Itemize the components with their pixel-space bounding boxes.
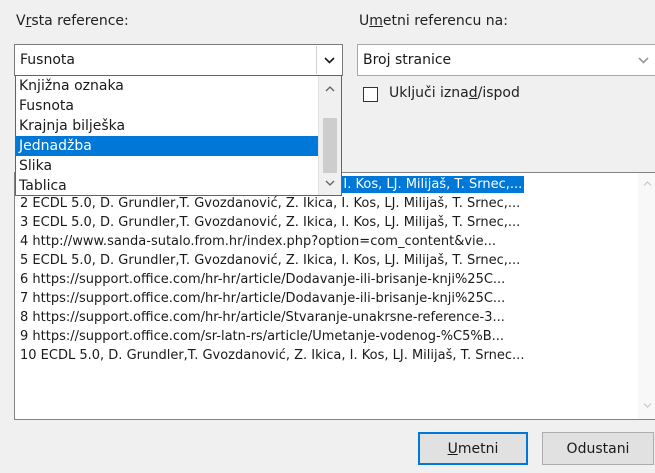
reference-type-label-pre: V	[16, 13, 26, 29]
include-above-below-label[interactable]: Uključi iznad/ispod	[389, 85, 520, 101]
list-item[interactable]: 5 ECDL 5.0, D. Grundler,T. Gvozdanović, …	[15, 251, 626, 270]
reference-type-options: Knjižna oznaka Fusnota Krajnja bilješka Jed…	[16, 76, 341, 195]
insert-reference-combo[interactable]: Broj stranice	[357, 44, 655, 76]
insert-reference-label: Umetni referencu na:	[359, 13, 508, 29]
cancel-button[interactable]: Odustani	[542, 432, 654, 465]
list-item[interactable]: 2 ECDL 5.0, D. Grundler,T. Gvozdanović, …	[15, 194, 626, 213]
list-item[interactable]: 8 https://support.office.com/hr-hr/artic…	[15, 308, 626, 327]
footnote-listbox[interactable]: 1 ECDL 5.0, D. Grundler,T. Gvozdanović, …	[14, 172, 655, 420]
chevron-down-icon[interactable]	[631, 46, 655, 74]
list-item[interactable]: 3 ECDL 5.0, D. Grundler,T. Gvozdanović, …	[15, 213, 626, 232]
scroll-down-icon[interactable]	[319, 176, 341, 189]
chevron-down-icon[interactable]	[316, 46, 341, 74]
include-label-accel: d	[468, 85, 478, 101]
scroll-up-icon[interactable]	[319, 82, 341, 95]
footnote-rows: 1 ECDL 5.0, D. Grundler,T. Gvozdanović, …	[15, 173, 655, 365]
dropdown-option[interactable]: Slika	[16, 156, 318, 176]
reference-type-combo[interactable]: Fusnota	[14, 44, 343, 76]
insert-reference-label-pre: U	[359, 13, 370, 29]
dropdown-option[interactable]: Fusnota	[16, 96, 318, 116]
include-label-pre: Uključi izna	[389, 85, 469, 101]
list-item[interactable]: 10 ECDL 5.0, D. Grundler,T. Gvozdanović,…	[15, 346, 626, 365]
insert-label-accel: U	[447, 440, 458, 457]
reference-type-value: Fusnota	[20, 52, 75, 68]
cancel-label: Odustani	[566, 440, 630, 457]
insert-reference-value: Broj stranice	[363, 52, 452, 68]
dropdown-scroll-thumb[interactable]	[323, 118, 337, 173]
insert-label-post: metni	[457, 440, 499, 457]
include-label-post: /ispod	[477, 85, 520, 101]
reference-type-dropdown[interactable]: Knjižna oznaka Fusnota Krajnja bilješka Jed…	[15, 75, 342, 196]
scroll-up-icon[interactable]	[638, 178, 655, 189]
reference-type-label: Vrsta reference:	[16, 13, 129, 29]
dropdown-scrollbar[interactable]	[318, 76, 341, 195]
dropdown-option[interactable]: Tablica	[16, 176, 318, 195]
list-item[interactable]: 4 http://www.sanda-sutalo.from.hr/index.…	[15, 232, 626, 251]
list-item[interactable]: 7 https://support.office.com/hr-hr/artic…	[15, 289, 626, 308]
list-item[interactable]: 6 https://support.office.com/hr-hr/artic…	[15, 270, 626, 289]
dropdown-option[interactable]: Jednadžba	[16, 136, 318, 156]
dropdown-option[interactable]: Krajnja bilješka	[16, 116, 318, 136]
reference-type-label-post: sta reference:	[31, 13, 129, 29]
dropdown-option[interactable]: Knjižna oznaka	[16, 76, 318, 96]
include-above-below-checkbox[interactable]	[363, 87, 378, 102]
footnote-list-scrollbar[interactable]	[638, 173, 655, 419]
scroll-down-icon[interactable]	[638, 400, 655, 411]
insert-reference-label-accel: m	[369, 13, 383, 29]
insert-reference-label-post: etni referencu na:	[382, 13, 508, 29]
insert-button[interactable]: Umetni	[418, 432, 528, 465]
list-item[interactable]: 9 https://support.office.com/sr-latn-rs/…	[15, 327, 626, 346]
